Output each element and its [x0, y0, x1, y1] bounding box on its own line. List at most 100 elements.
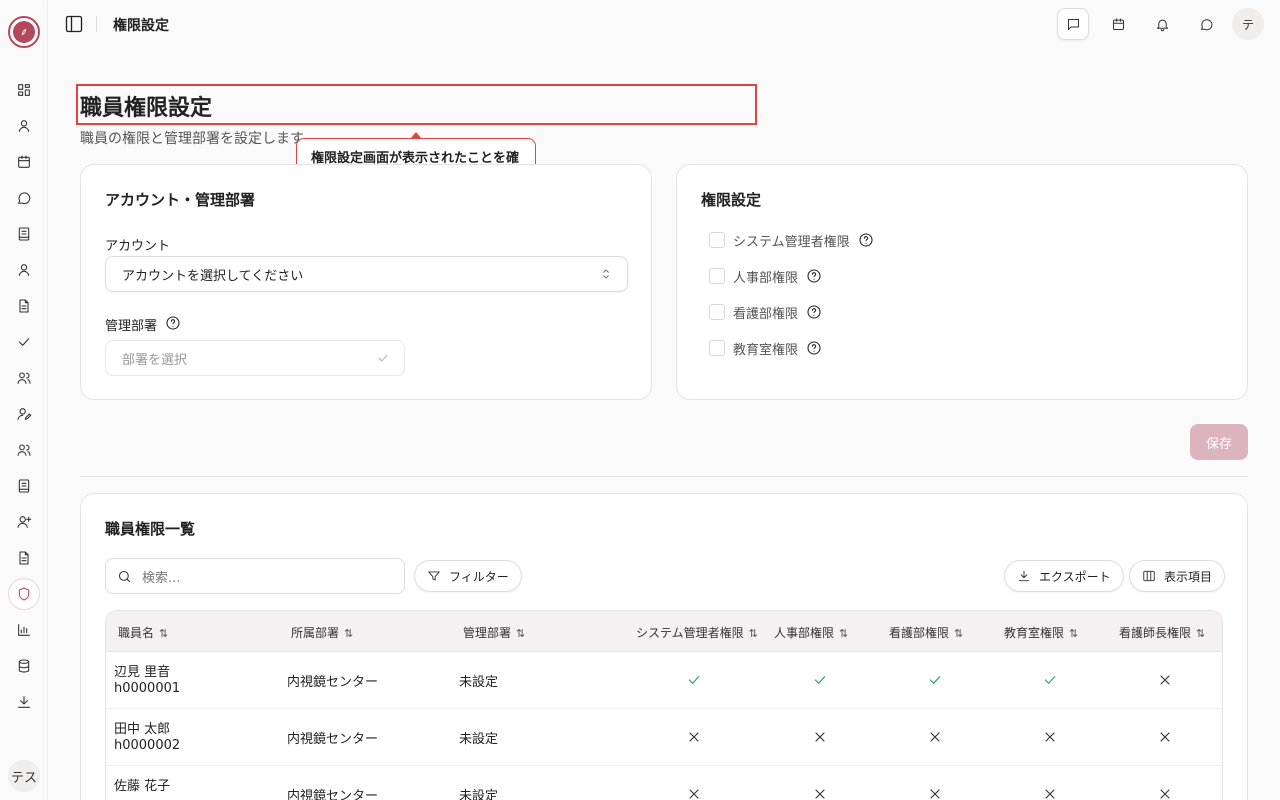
dashboard-icon [18, 84, 30, 96]
column-header-head-nurse[interactable]: 看護師長権限 ⇅ [1119, 624, 1205, 641]
x-icon [686, 729, 702, 745]
permission-hr[interactable]: 人事部権限 [709, 266, 822, 286]
sidebar-item-download[interactable] [8, 686, 40, 718]
sidebar-item-groups[interactable] [8, 434, 40, 466]
compass-icon [21, 28, 27, 36]
sidebar-item-reports[interactable] [8, 542, 40, 574]
chat-icon [1200, 18, 1212, 30]
permission-system-admin[interactable]: システム管理者権限 [709, 230, 874, 250]
document-icon [19, 551, 29, 565]
user-avatar[interactable]: テス [8, 760, 40, 792]
column-header-system-admin[interactable]: システム管理者権限 ⇅ [636, 624, 758, 641]
save-button[interactable]: 保存 [1190, 424, 1248, 460]
permission-education[interactable]: 教育室権限 [709, 338, 822, 358]
header-title: 権限設定 [113, 18, 169, 34]
sidebar-item-calendar[interactable] [8, 146, 40, 178]
education-checkbox[interactable] [709, 340, 725, 356]
sidebar-item-user-edit[interactable] [8, 398, 40, 430]
export-button[interactable]: エクスポート [1004, 560, 1124, 592]
header-avatar[interactable]: テ [1232, 8, 1264, 40]
database-icon [18, 659, 30, 673]
user-edit-icon [17, 408, 32, 420]
filter-icon [428, 571, 440, 581]
chat-icon [18, 192, 31, 205]
search-input[interactable]: 検索... [105, 558, 405, 594]
sidebar-item-records[interactable] [8, 470, 40, 502]
sidebar-item-documents[interactable] [8, 290, 40, 322]
sidebar-item-staff[interactable] [8, 254, 40, 286]
table-row[interactable]: 辺見 里音 h0000001 内視鏡センター 未設定 [106, 652, 1222, 709]
chat-button[interactable] [1190, 8, 1222, 40]
sidebar-item-profile[interactable] [8, 110, 40, 142]
users-icon [17, 372, 31, 384]
list-title: 職員権限一覧 [105, 520, 196, 538]
account-card-title: アカウント・管理部署 [105, 191, 256, 209]
users-icon [17, 444, 31, 456]
check-icon [376, 351, 390, 365]
education-label: 教育室権限 [733, 342, 799, 358]
columns-button[interactable]: 表示項目 [1129, 560, 1226, 592]
x-icon [927, 786, 943, 800]
staff-id: h0000001 [114, 681, 181, 696]
department-select[interactable]: 部署を選択 [105, 340, 405, 376]
check-icon [927, 672, 943, 688]
sidebar-toggle-button[interactable] [62, 12, 86, 36]
help-circle-icon[interactable] [806, 340, 822, 356]
help-circle-icon[interactable] [806, 268, 822, 284]
sort-icon: ⇅ [159, 627, 169, 640]
column-header-nursing[interactable]: 看護部権限 ⇅ [889, 624, 963, 641]
x-icon [812, 786, 828, 800]
permission-table: 職員名 ⇅ 所属部署 ⇅ 管理部署 ⇅ システム管理者権限 ⇅ 人事部権限 ⇅ 看護部権限… [105, 610, 1223, 800]
check-icon [1042, 672, 1058, 688]
sidebar-item-analytics[interactable] [8, 614, 40, 646]
account-select[interactable]: アカウントを選択してください [105, 256, 628, 292]
column-header-education[interactable]: 教育室権限 ⇅ [1004, 624, 1078, 641]
help-circle-icon[interactable] [806, 304, 822, 320]
permission-list-card: 職員権限一覧 検索... フィルター エクスポート 表示項目 職員名 ⇅ 所属部署… [80, 493, 1248, 800]
table-row[interactable]: 佐藤 花子 内視鏡センター 未設定 [106, 766, 1222, 800]
notifications-button[interactable] [1146, 8, 1178, 40]
department-label: 管理部署 [105, 319, 158, 334]
sidebar-item-teams[interactable] [8, 362, 40, 394]
app-logo[interactable] [8, 16, 40, 48]
section-divider [80, 476, 1248, 477]
help-circle-icon[interactable] [165, 315, 181, 331]
calendar-icon [1112, 17, 1124, 30]
book-icon [18, 227, 30, 241]
chevrons-up-down-icon [599, 267, 613, 281]
staff-id: h0000002 [114, 738, 181, 753]
sort-icon: ⇅ [516, 627, 526, 640]
sidebar-item-database[interactable] [8, 650, 40, 682]
x-icon [812, 729, 828, 745]
hr-checkbox[interactable] [709, 268, 725, 284]
top-header: 権限設定 テ [48, 0, 1280, 48]
table-row[interactable]: 田中 太郎 h0000002 内視鏡センター 未設定 [106, 709, 1222, 766]
column-header-hr[interactable]: 人事部権限 ⇅ [774, 624, 848, 641]
sidebar-item-manual[interactable] [8, 218, 40, 250]
document-icon [19, 299, 29, 313]
column-header-name[interactable]: 職員名 ⇅ [118, 624, 168, 641]
sort-icon: ⇅ [748, 627, 758, 640]
feedback-button[interactable] [1057, 8, 1089, 40]
bell-icon [1156, 19, 1168, 31]
system-admin-checkbox[interactable] [709, 232, 725, 248]
nursing-checkbox[interactable] [709, 304, 725, 320]
staff-managed-department: 未設定 [459, 675, 499, 690]
sidebar-item-dashboard[interactable] [8, 74, 40, 106]
x-icon [927, 729, 943, 745]
permission-nursing[interactable]: 看護部権限 [709, 302, 822, 322]
filter-button[interactable]: フィルター [414, 560, 522, 592]
column-header-department[interactable]: 所属部署 ⇅ [291, 624, 353, 641]
calendar-button[interactable] [1102, 8, 1134, 40]
sort-icon: ⇅ [954, 627, 964, 640]
x-icon [1042, 786, 1058, 800]
sidebar-item-permissions[interactable] [8, 578, 40, 610]
user-icon [18, 120, 30, 132]
sidebar-item-tasks[interactable] [8, 326, 40, 358]
sidebar-item-add-user[interactable] [8, 506, 40, 538]
sidebar-item-chat[interactable] [8, 182, 40, 214]
column-header-managed[interactable]: 管理部署 ⇅ [463, 624, 525, 641]
system-admin-label: システム管理者権限 [733, 234, 850, 250]
sort-icon: ⇅ [1196, 627, 1206, 640]
help-circle-icon[interactable] [858, 232, 874, 248]
